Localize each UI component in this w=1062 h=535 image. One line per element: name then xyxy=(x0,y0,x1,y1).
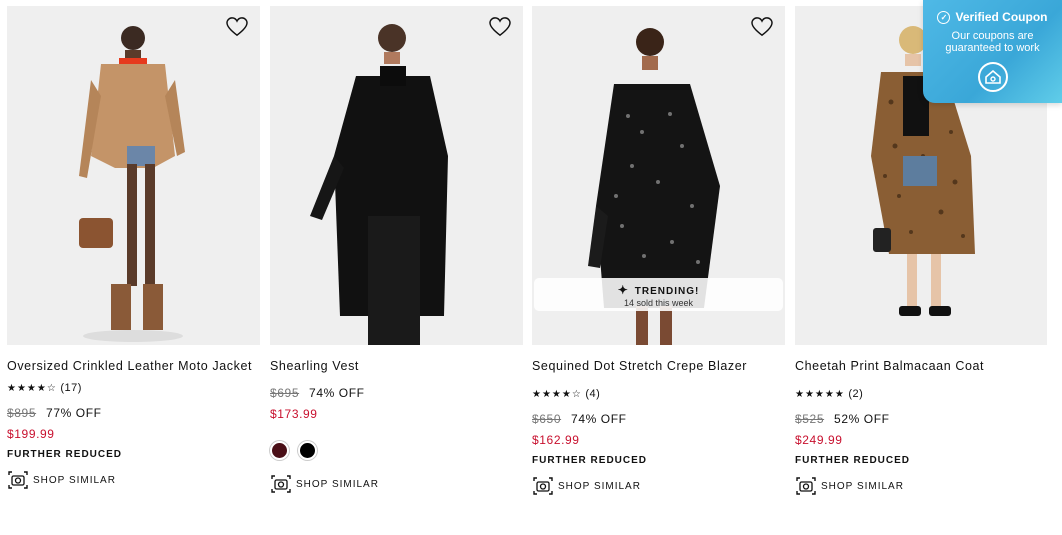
shop-similar-label: SHOP SIMILAR xyxy=(558,480,641,492)
price-line: $525 52% OFF xyxy=(795,412,1047,426)
coupon-title: Verified Coupon xyxy=(955,10,1048,24)
product-card[interactable]: ✦ TRENDING! 14 sold this week Sequined Do… xyxy=(532,6,785,496)
wishlist-heart-icon[interactable] xyxy=(751,17,773,37)
product-rating[interactable]: ★★★★★ (2) xyxy=(795,388,1047,400)
shop-similar-label: SHOP SIMILAR xyxy=(296,478,379,490)
price-line: $650 74% OFF xyxy=(532,412,785,426)
product-image[interactable] xyxy=(270,6,523,345)
rating-stars: ★★★★☆ xyxy=(7,383,57,394)
original-price: $650 xyxy=(532,412,562,426)
shop-similar-button[interactable]: SHOP SIMILAR xyxy=(795,476,1047,496)
sale-price: $249.99 xyxy=(795,433,843,447)
swatch-burgundy[interactable] xyxy=(270,441,289,460)
coupon-text: Our coupons are guaranteed to work xyxy=(945,30,1040,54)
rating-stars: ★★★★★ xyxy=(795,389,845,400)
product-card[interactable]: Shearling Vest $695 74% OFF $173.99 SHOP… xyxy=(270,6,523,494)
camera-icon xyxy=(8,471,28,489)
sale-price: $162.99 xyxy=(532,433,580,447)
camera-icon xyxy=(271,475,291,493)
camera-icon xyxy=(533,477,553,495)
original-price: $895 xyxy=(7,406,37,420)
sale-price: $199.99 xyxy=(7,427,55,441)
wishlist-heart-icon[interactable] xyxy=(489,17,511,37)
color-swatches xyxy=(270,441,523,460)
product-image[interactable] xyxy=(7,6,260,345)
further-reduced-badge: FURTHER REDUCED xyxy=(795,455,910,466)
trending-subtext: 14 sold this week xyxy=(623,298,694,308)
original-price: $695 xyxy=(270,386,300,400)
shop-similar-label: SHOP SIMILAR xyxy=(33,474,116,486)
discount-percent: 74% OFF xyxy=(309,386,365,400)
shop-similar-label: SHOP SIMILAR xyxy=(821,480,904,492)
model-photo xyxy=(79,26,185,342)
price-line: $895 77% OFF xyxy=(7,406,260,420)
product-image[interactable]: ✦ TRENDING! 14 sold this week xyxy=(532,6,785,345)
sparkle-icon: ✦ xyxy=(617,283,629,297)
sale-price: $173.99 xyxy=(270,407,318,421)
product-title[interactable]: Sequined Dot Stretch Crepe Blazer xyxy=(532,358,785,374)
further-reduced-badge: FURTHER REDUCED xyxy=(532,455,647,466)
review-count: (17) xyxy=(60,382,82,394)
product-rating[interactable]: ★★★★☆ (4) xyxy=(532,388,785,400)
camera-icon xyxy=(796,477,816,495)
trending-label: TRENDING! xyxy=(634,286,700,297)
model-photo xyxy=(310,24,448,345)
rating-stars: ★★★★☆ xyxy=(532,389,582,400)
review-count: (2) xyxy=(848,388,864,400)
original-price: $525 xyxy=(795,412,825,426)
price-line: $695 74% OFF xyxy=(270,386,523,400)
shop-similar-button[interactable]: SHOP SIMILAR xyxy=(532,476,785,496)
review-count: (4) xyxy=(585,388,601,400)
product-card[interactable]: Oversized Crinkled Leather Moto Jacket ★… xyxy=(7,6,260,490)
verified-coupon-widget[interactable]: ✓ Verified Coupon Our coupons are guaran… xyxy=(923,0,1062,103)
discount-percent: 52% OFF xyxy=(834,412,890,426)
product-title[interactable]: Shearling Vest xyxy=(270,358,523,374)
product-rating[interactable]: ★★★★☆ (17) xyxy=(7,382,260,394)
shop-similar-button[interactable]: SHOP SIMILAR xyxy=(270,474,523,494)
wishlist-heart-icon[interactable] xyxy=(226,17,248,37)
check-circle-icon: ✓ xyxy=(937,10,951,24)
discount-percent: 77% OFF xyxy=(46,406,102,420)
further-reduced-badge: FURTHER REDUCED xyxy=(7,449,122,460)
trending-badge: ✦ TRENDING! 14 sold this week xyxy=(534,278,783,311)
product-grid: Oversized Crinkled Leather Moto Jacket ★… xyxy=(0,0,1062,535)
product-title[interactable]: Cheetah Print Balmacaan Coat xyxy=(795,358,1047,374)
coupon-logo-icon xyxy=(977,62,1008,92)
shop-similar-button[interactable]: SHOP SIMILAR xyxy=(7,470,260,490)
swatch-black[interactable] xyxy=(298,441,317,460)
product-title[interactable]: Oversized Crinkled Leather Moto Jacket xyxy=(7,358,260,374)
discount-percent: 74% OFF xyxy=(571,412,627,426)
